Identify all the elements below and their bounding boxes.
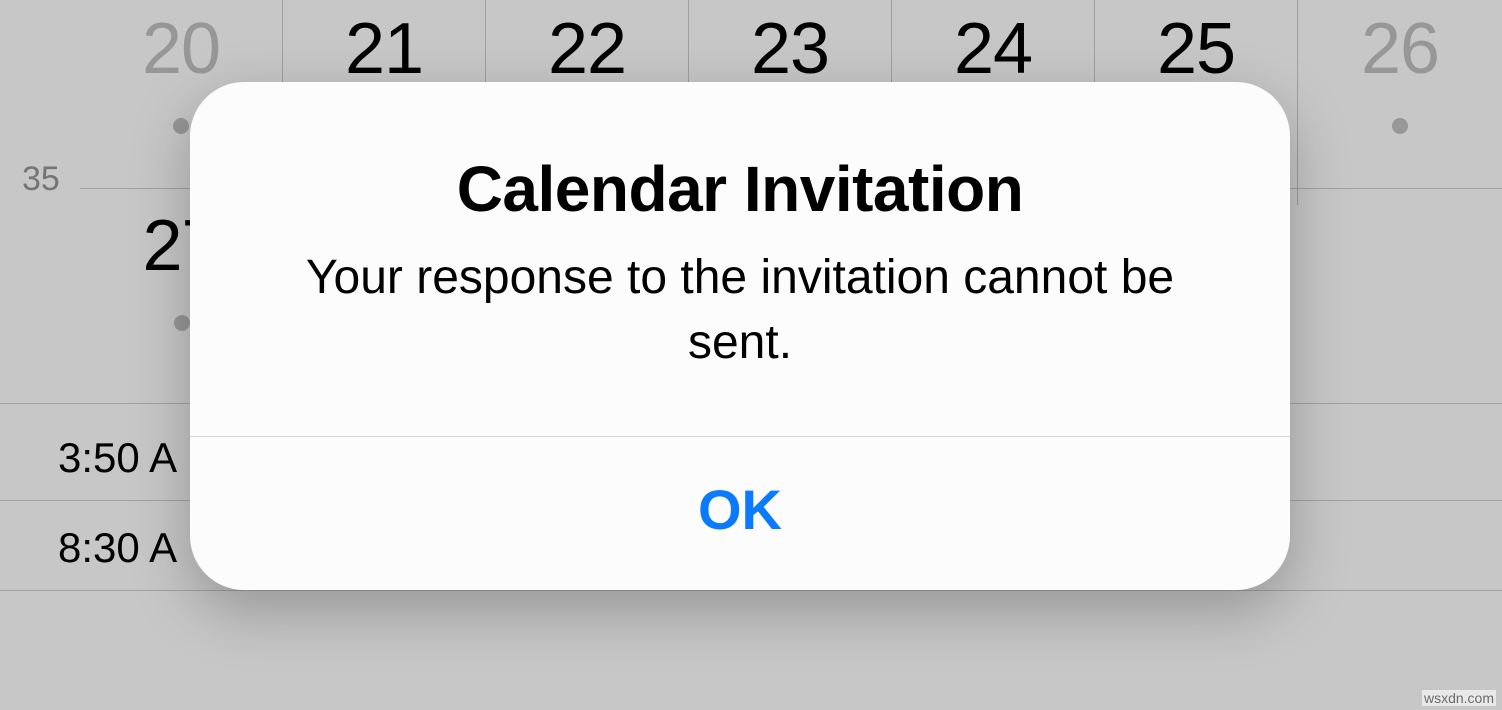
- ok-button[interactable]: OK: [190, 437, 1290, 590]
- alert-title: Calendar Invitation: [250, 152, 1230, 226]
- alert-body: Calendar Invitation Your response to the…: [190, 82, 1290, 436]
- alert-dialog: Calendar Invitation Your response to the…: [190, 82, 1290, 590]
- alert-message: Your response to the invitation cannot b…: [250, 246, 1230, 376]
- watermark-label: wsxdn.com: [1422, 690, 1496, 706]
